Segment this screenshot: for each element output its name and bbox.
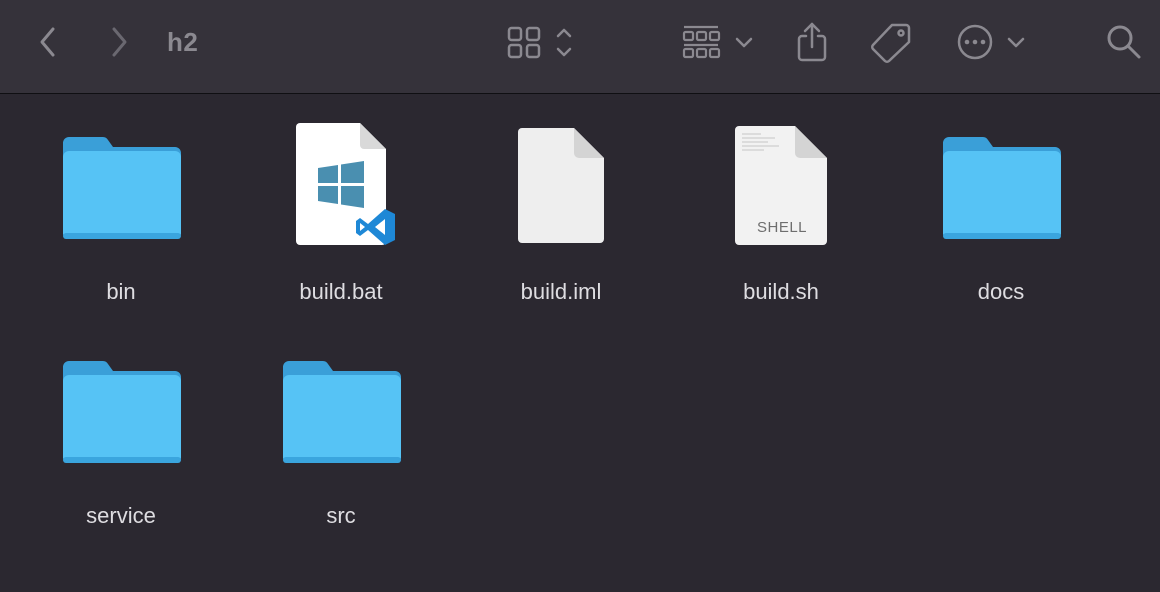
folder-icon xyxy=(283,361,401,463)
folder-icon xyxy=(943,137,1061,239)
tag-icon xyxy=(871,23,911,63)
file-name: docs xyxy=(977,279,1025,304)
finder-window: h2 bin build.bat build.iml SHELL build.s… xyxy=(0,0,1160,592)
file-item-docs[interactable]: docs xyxy=(901,111,1101,321)
chevron-left-icon xyxy=(40,27,55,57)
search-icon xyxy=(1107,25,1141,59)
file-item-build-iml[interactable]: build.iml xyxy=(461,111,661,321)
folder-icon xyxy=(63,361,181,463)
file-name: build.bat xyxy=(299,279,383,304)
toolbar: h2 xyxy=(0,0,1160,94)
search-button[interactable] xyxy=(1104,22,1144,62)
file-name: build.sh xyxy=(743,279,819,304)
chevron-right-icon xyxy=(112,27,127,57)
folder-icon xyxy=(63,137,181,239)
file-grid: bin build.bat build.iml SHELL build.sh d… xyxy=(0,95,1160,592)
group-by-button[interactable] xyxy=(680,22,756,62)
share-icon xyxy=(797,22,827,62)
file-item-build-bat[interactable]: build.bat xyxy=(241,111,441,321)
window-title: h2 xyxy=(167,27,199,57)
chevron-down-icon xyxy=(735,37,753,48)
file-name: src xyxy=(326,503,356,528)
up-down-chevron-icon xyxy=(556,28,572,57)
file-item-bin[interactable]: bin xyxy=(21,111,221,321)
file-name: bin xyxy=(106,279,136,304)
ellipsis-circle-icon xyxy=(957,24,993,60)
chevron-down-icon xyxy=(1007,37,1025,48)
more-actions-button[interactable] xyxy=(954,22,1030,62)
file-item-service[interactable]: service xyxy=(21,335,221,545)
share-button[interactable] xyxy=(794,20,830,64)
tag-button[interactable] xyxy=(868,20,914,64)
blank-file-icon xyxy=(518,128,604,243)
file-name: build.iml xyxy=(520,279,602,304)
file-name: service xyxy=(86,503,156,528)
group-by-icon xyxy=(682,25,721,59)
grid-view-icon xyxy=(507,26,541,59)
shell-badge-label: SHELL xyxy=(756,219,808,236)
back-button[interactable] xyxy=(30,24,66,60)
file-item-src[interactable]: src xyxy=(241,335,441,545)
forward-button[interactable] xyxy=(101,24,137,60)
view-mode-button[interactable] xyxy=(504,22,588,62)
vscode-windows-file-icon xyxy=(296,123,395,245)
file-item-build-sh[interactable]: SHELL build.sh xyxy=(681,111,881,321)
